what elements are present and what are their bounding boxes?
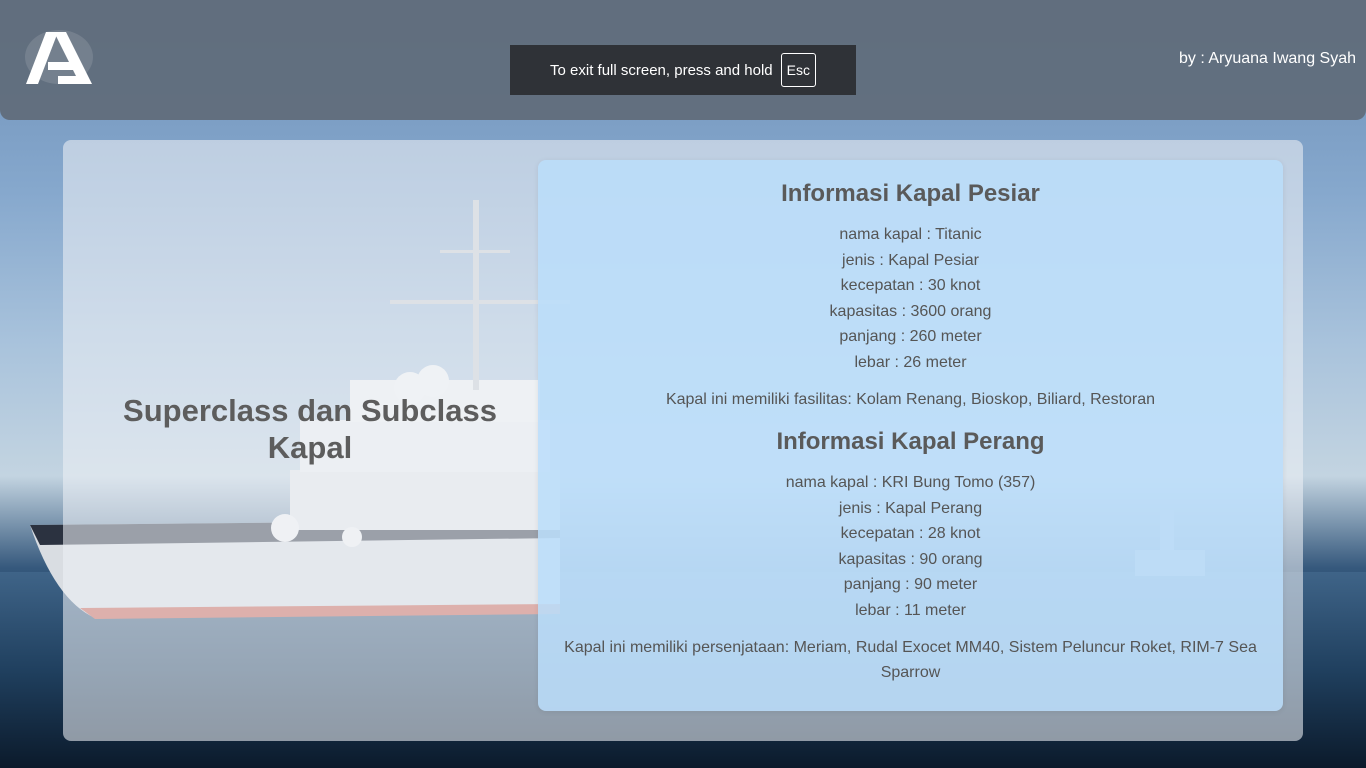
detail-line: kapasitas : 3600 orang <box>829 302 992 320</box>
detail-line: nama kapal : Titanic <box>839 226 982 243</box>
main-card: Superclass dan Subclass Kapal Informasi … <box>63 140 1303 741</box>
detail-line: panjang : 260 meter <box>839 328 982 346</box>
detail-line: kapasitas : 90 orang <box>838 550 983 568</box>
info-panel: Informasi Kapal Pesiar nama kapal : Tita… <box>538 160 1283 711</box>
section-title-cruise-ship: Informasi Kapal Pesiar <box>781 180 1040 207</box>
section-title-warship: Informasi Kapal Perang <box>776 428 1045 455</box>
detail-line: lebar : 11 meter <box>855 601 966 619</box>
author-credit: by : Aryuana Iwang Syah <box>1179 50 1356 67</box>
cruise-ship-facilities: Kapal ini memiliki fasilitas: Kolam Rena… <box>665 391 1156 408</box>
fullscreen-notice-text: To exit full screen, press and hold <box>550 61 773 79</box>
detail-line: jenis : Kapal Pesiar <box>842 251 979 269</box>
detail-line: nama kapal : KRI Bung Tomo (357) <box>785 474 1036 491</box>
page-title: Superclass dan Subclass Kapal <box>123 393 497 465</box>
detail-line: kecepatan : 30 knot <box>840 277 981 295</box>
detail-line: panjang : 90 meter <box>843 576 978 594</box>
logo-icon[interactable] <box>24 28 94 86</box>
detail-line: kecepatan : 28 knot <box>840 525 981 543</box>
cruise-ship-details: nama kapal : Titanic jenis : Kapal Pesia… <box>538 222 1283 376</box>
detail-line: jenis : Kapal Perang <box>838 499 983 517</box>
esc-key-label: Esc <box>780 53 816 87</box>
warship-weapons: Kapal ini memiliki persenjataan: Meriam,… <box>564 639 1257 681</box>
detail-line: lebar : 26 meter <box>854 353 967 371</box>
warship-details: nama kapal : KRI Bung Tomo (357) jenis :… <box>538 470 1283 624</box>
fullscreen-exit-notice: To exit full screen, press and hold Esc <box>510 45 856 95</box>
